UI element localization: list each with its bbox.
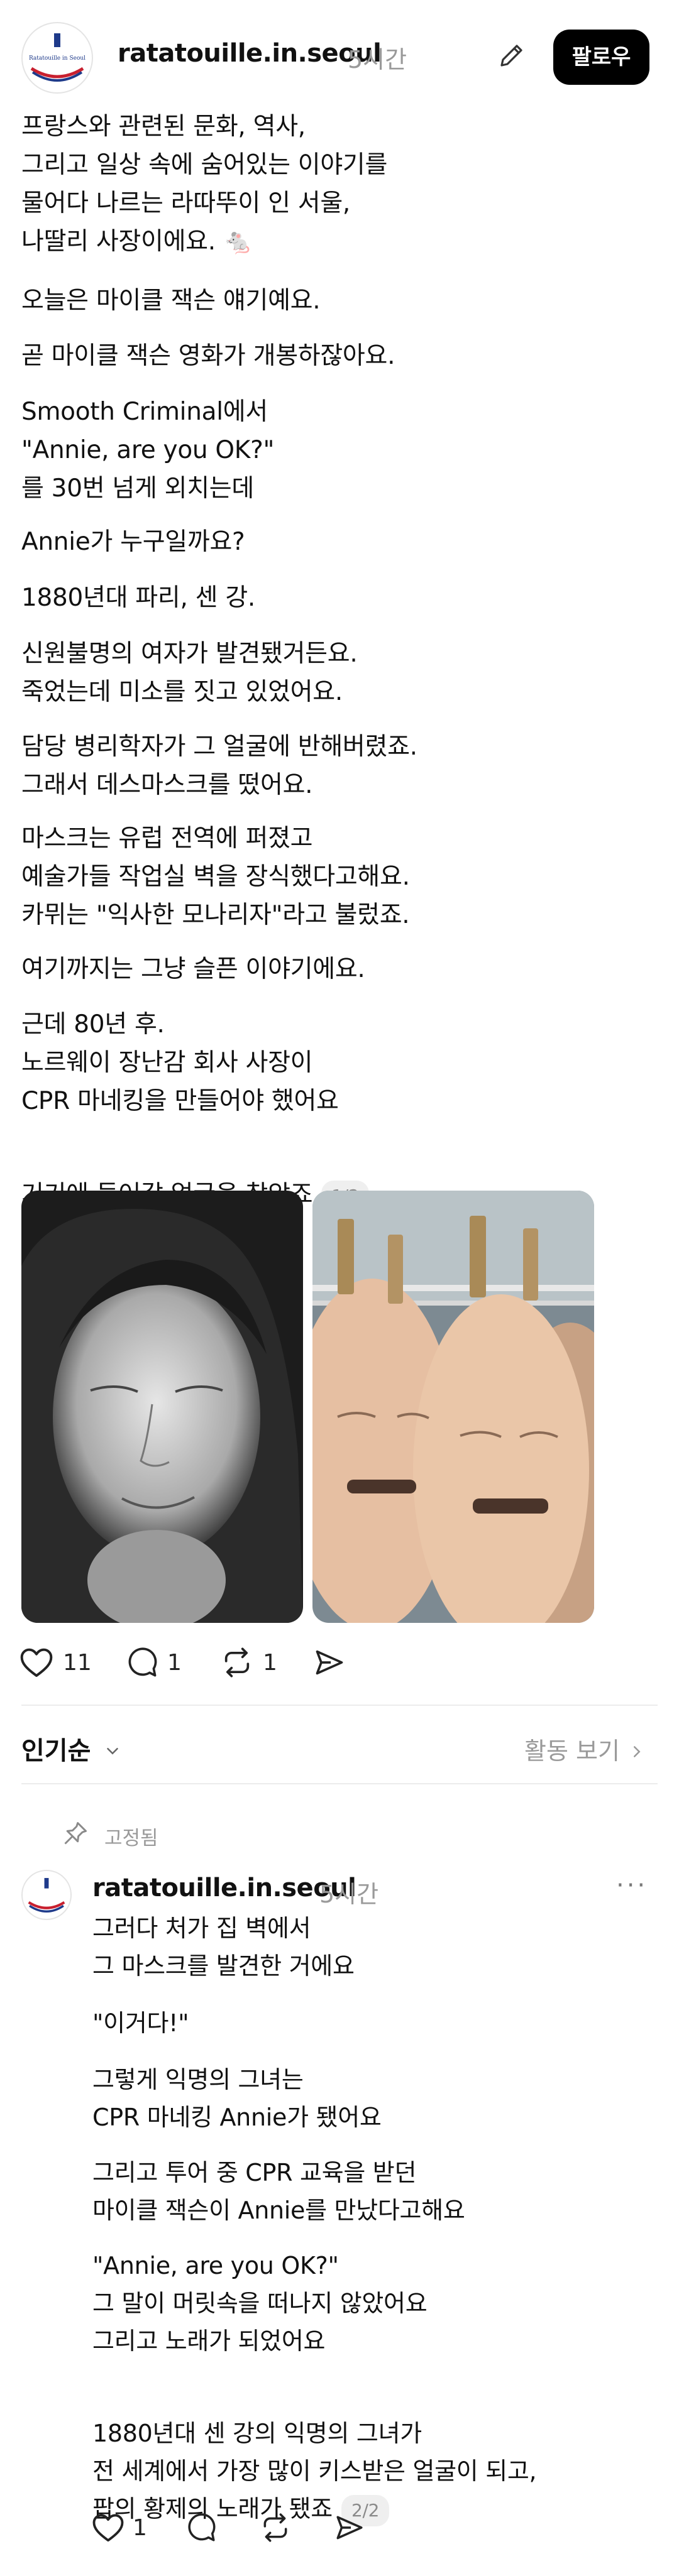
like-button[interactable]: 11 (19, 1646, 92, 1679)
more-icon[interactable]: ··· (616, 1871, 648, 1900)
repost-icon (220, 1646, 254, 1679)
reply-like-button[interactable]: 1 (91, 2512, 147, 2543)
cpr-mannequin-photo[interactable] (312, 1191, 594, 1623)
reply-avatar-logo (24, 1872, 69, 1918)
post-username[interactable]: ratatouille.in.seoul (118, 39, 382, 68)
follow-button[interactable]: 팔로우 (553, 30, 649, 85)
svg-text:Ratatouille in Seoul: Ratatouille in Seoul (29, 55, 86, 62)
comment-icon (126, 1646, 158, 1679)
pinned-label: 고정됨 (104, 1827, 158, 1850)
repost-count: 1 (263, 1649, 277, 1676)
chevron-down-icon (103, 1738, 122, 1767)
send-icon (333, 2512, 366, 2543)
send-icon (312, 1646, 346, 1679)
divider (21, 1783, 658, 1784)
post-paragraph: 근데 80년 후. 노르웨이 장난감 회사 사장이 CPR 마네킹을 만들어야 … (21, 1010, 339, 1115)
reply-repost-button[interactable] (259, 2512, 292, 2543)
post-paragraph: 신원불명의 여자가 발견됐거든요. 죽었는데 미소를 짓고 있었어요. (21, 640, 358, 706)
comment-icon (185, 2512, 217, 2543)
reply-share-button[interactable] (333, 2512, 366, 2543)
post-time: 5시간 (348, 46, 407, 74)
reply-paragraph: 그리고 투어 중 CPR 교육을 받던 마이클 잭슨이 Annie를 만났다고해… (92, 2159, 465, 2224)
reply-like-count: 1 (133, 2514, 147, 2541)
divider (21, 1705, 658, 1706)
post-paragraph: 담당 병리학자가 그 얼굴에 반해버렸죠. 그래서 데스마스크를 떴어요. (21, 733, 417, 799)
post-paragraph: 1880년대 파리, 센 강. (21, 584, 256, 612)
post-paragraph: Smooth Criminal에서 "Annie, are you OK?" 를… (21, 398, 275, 503)
reply-button[interactable]: 1 (126, 1646, 182, 1679)
view-activity-link[interactable]: 활동 보기 (524, 1732, 646, 1767)
post-paragraph: 곧 마이클 잭슨 영화가 개봉하잖아요. (21, 342, 395, 370)
reply-count: 1 (167, 1649, 182, 1676)
sort-dropdown[interactable]: 인기순 (21, 1730, 122, 1767)
post-paragraph: 마스크는 유럽 전역에 퍼졌고 예술가들 작업실 벽을 장식했다고해요. 카뮈는… (21, 824, 410, 929)
sort-label: 인기순 (21, 1737, 91, 1766)
chevron-right-icon (627, 1739, 646, 1767)
avatar[interactable]: Ratatouille in Seoul (21, 22, 93, 94)
repost-icon (259, 2512, 292, 2543)
reply-last-paragraph: 1880년대 센 강의 익명의 그녀가 전 세계에서 가장 많이 키스받은 얼굴… (92, 2377, 658, 2528)
reply-paragraph: 그러다 처가 집 벽에서 그 마스크를 발견한 거에요 (92, 1914, 355, 1980)
share-button[interactable] (312, 1646, 346, 1679)
like-count: 11 (63, 1649, 92, 1676)
post-paragraph: 여기까지는 그냥 슬픈 이야기에요. (21, 955, 365, 983)
reply-time: 5시간 (319, 1880, 379, 1908)
heart-icon (91, 2512, 125, 2543)
repost-button[interactable]: 1 (220, 1646, 277, 1679)
post-paragraph: 프랑스와 관련된 문화, 역사, 그리고 일상 속에 숨어있는 이야기를 물어다… (21, 112, 388, 256)
reply-paragraph: 1880년대 센 강의 익명의 그녀가 전 세계에서 가장 많이 키스받은 얼굴… (92, 2420, 537, 2523)
pin-icon (62, 1820, 89, 1850)
reply-paragraph: 그렇게 익명의 그녀는 CPR 마네킹 Annie가 됐어요 (92, 2066, 382, 2131)
reply-username[interactable]: ratatouille.in.seoul (92, 1874, 356, 1902)
reply-paragraph: "이거다!" (92, 2009, 189, 2037)
post-paragraph: 오늘은 마이클 잭슨 얘기예요. (21, 287, 321, 315)
reply-paragraph: "Annie, are you OK?" 그 말이 머릿속을 떠나지 않았어요 … (92, 2252, 428, 2355)
heart-icon (19, 1646, 54, 1679)
avatar-logo: Ratatouille in Seoul (25, 25, 90, 90)
activity-label: 활동 보기 (524, 1737, 620, 1765)
edit-pencil-icon[interactable] (497, 40, 527, 73)
death-mask-photo[interactable] (21, 1191, 303, 1623)
reply-avatar[interactable] (21, 1870, 72, 1920)
reply-comment-button[interactable] (185, 2512, 217, 2543)
post-paragraph: Annie가 누구일까요? (21, 528, 245, 556)
